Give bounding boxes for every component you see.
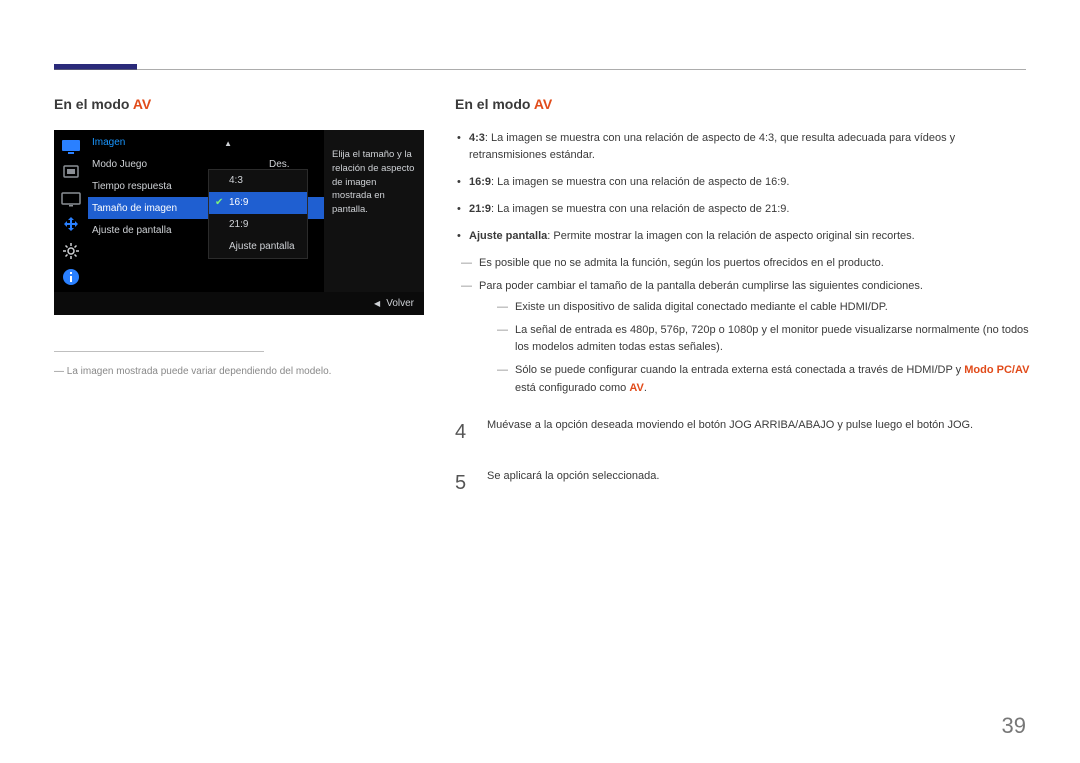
bullet-ajuste: Ajuste pantalla: Permite mostrar la imag… [455, 228, 1030, 245]
header-rule [54, 69, 1026, 70]
note-2b: La señal de entrada es 480p, 576p, 720p … [479, 322, 1030, 356]
heading-av: AV [133, 96, 151, 112]
picture-icon [59, 136, 83, 158]
osd-mockup: Imagen ▲ Modo Juego Des. Tiempo respuest… [54, 130, 424, 315]
osd-icon-rail [54, 130, 88, 292]
screen-icon [59, 188, 83, 210]
submenu-16-9: 16:9 [209, 192, 307, 214]
note-2-sublist: Existe un dispositivo de salida digital … [479, 299, 1030, 396]
step-4: 4 Muévase a la opción deseada moviendo e… [455, 417, 1030, 448]
bullet-21-9: 21:9: La imagen se muestra con una relac… [455, 201, 1030, 218]
left-heading: En el modo AV [54, 96, 439, 112]
step-5-number: 5 [455, 468, 471, 499]
submenu-ajuste: Ajuste pantalla [209, 236, 307, 258]
bullet-4-3: 4:3: La imagen se muestra con una relaci… [455, 130, 1030, 164]
info-icon [59, 266, 83, 288]
aspect-list: 4:3: La imagen se muestra con una relaci… [455, 130, 1030, 245]
caption-rule [54, 351, 264, 352]
heading-text: En el modo [54, 96, 133, 112]
note-2a: Existe un dispositivo de salida digital … [479, 299, 1030, 316]
caption-text: La imagen mostrada puede variar dependie… [54, 366, 439, 377]
page-number: 39 [1002, 713, 1026, 739]
bullet-16-9: 16:9: La imagen se muestra con una relac… [455, 174, 1030, 191]
step-4-text: Muévase a la opción deseada moviendo el … [487, 417, 973, 448]
osd-help-panel: Elija el tamaño y la relación de aspecto… [324, 130, 424, 292]
submenu-4-3: 4:3 [209, 170, 307, 192]
right-heading: En el modo AV [455, 96, 1030, 112]
submenu-21-9: 21:9 [209, 214, 307, 236]
osd-footer: ◀Volver [54, 292, 424, 315]
step-4-number: 4 [455, 417, 471, 448]
note-2: Para poder cambiar el tamaño de la panta… [455, 278, 1030, 396]
osd-submenu: 4:3 16:9 21:9 Ajuste pantalla [208, 169, 308, 259]
step-5-text: Se aplicará la opción seleccionada. [487, 468, 659, 499]
move-icon [59, 214, 83, 236]
scroll-up-icon: ▲ [224, 139, 232, 148]
back-icon: ◀ [374, 299, 380, 308]
gear-icon [59, 240, 83, 262]
note-1: Es posible que no se admita la función, … [455, 255, 1030, 272]
frame-icon [59, 162, 83, 184]
note-list: Es posible que no se admita la función, … [455, 255, 1030, 396]
osd-section-title: Imagen ▲ [88, 130, 324, 153]
step-5: 5 Se aplicará la opción seleccionada. [455, 468, 1030, 499]
note-2c: Sólo se puede configurar cuando la entra… [479, 362, 1030, 396]
